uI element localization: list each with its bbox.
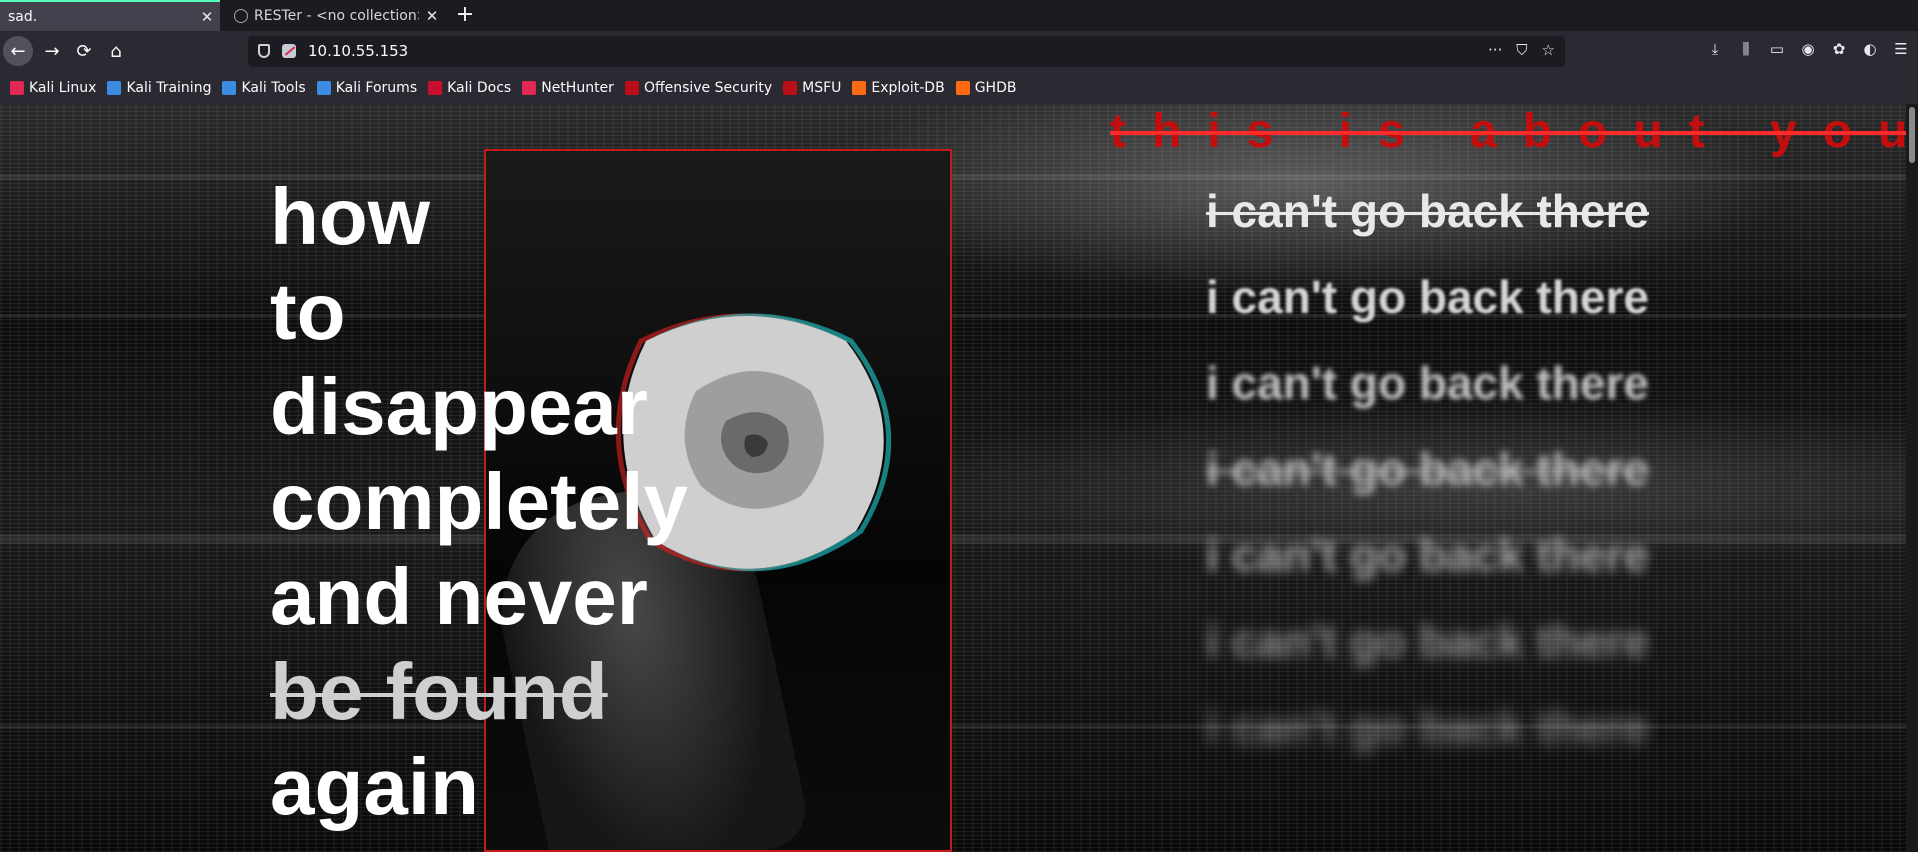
close-tab-icon[interactable]: ✕ <box>419 7 445 25</box>
bookmark-label: Kali Training <box>126 80 212 96</box>
bookmarks-toolbar: Kali Linux Kali Training Kali Tools Kali Fo… <box>0 72 1918 104</box>
close-tab-icon[interactable]: ✕ <box>194 8 220 26</box>
bookmark-favicon-icon <box>10 81 24 95</box>
bookmark-label: Kali Tools <box>241 80 306 96</box>
bookmark-label: Exploit-DB <box>871 80 945 96</box>
bookmark-msfu[interactable]: MSFU <box>783 80 841 96</box>
repeated-line: i can't go back there <box>1206 529 1649 581</box>
headline-line: and never <box>270 552 648 641</box>
download-icon[interactable]: ⤓ <box>1706 40 1724 58</box>
extension-icon-2[interactable]: ◐ <box>1861 40 1879 58</box>
repeated-line: i can't go back there <box>1206 443 1649 495</box>
bookmark-label: NetHunter <box>541 80 614 96</box>
headline-line: to <box>270 267 346 356</box>
repeated-line: i can't go back there <box>1206 357 1649 409</box>
bookmark-favicon-icon <box>852 81 867 95</box>
tab-bar: sad. ✕ RESTer - <no collection> ✕ + <box>0 0 1918 31</box>
tab-rester[interactable]: RESTer - <no collection> ✕ <box>224 0 445 31</box>
url-bar[interactable]: 10.10.55.153 ··· ⛉ ☆ <box>248 36 1565 67</box>
headline-line: how <box>270 172 430 261</box>
bookmark-kali-tools[interactable]: Kali Tools <box>222 80 306 96</box>
headline: how to disappear completely and never be foun… <box>270 169 688 834</box>
headline-line: again <box>270 742 479 831</box>
tagline: this is about you <box>1110 105 1918 158</box>
bookmark-kali-docs[interactable]: Kali Docs <box>428 80 511 96</box>
sidebar-icon[interactable]: ▭ <box>1768 40 1786 58</box>
bookmark-offensive-security[interactable]: Offensive Security <box>624 80 773 96</box>
back-button[interactable]: ← <box>3 36 33 66</box>
bookmark-label: Kali Linux <box>29 80 97 96</box>
repeated-line: i can't go back there <box>1206 615 1649 667</box>
url-text[interactable]: 10.10.55.153 <box>308 42 408 60</box>
bookmark-favicon-icon <box>428 81 443 95</box>
repeated-line: i can't go back there <box>1206 701 1649 753</box>
bookmark-favicon-icon <box>783 81 798 95</box>
bookmark-favicon-icon <box>522 81 537 95</box>
repeated-line: i can't go back there <box>1206 271 1649 323</box>
account-icon[interactable]: ◉ <box>1799 40 1817 58</box>
navigation-bar: ← → ⟳ ⌂ 10.10.55.153 ··· ⛉ ☆ ⤓ ⫼ ▭ ◉ ✿ ◐… <box>0 31 1918 72</box>
scrollbar-thumb[interactable] <box>1909 107 1915 163</box>
insecure-connection-icon[interactable] <box>282 44 296 58</box>
bookmark-label: Kali Forums <box>335 80 418 96</box>
home-button[interactable]: ⌂ <box>101 36 131 66</box>
bookmark-label: MSFU <box>802 80 842 96</box>
bookmark-star-icon[interactable]: ☆ <box>1542 41 1555 59</box>
bookmark-label: GHDB <box>974 80 1017 96</box>
tab-label: RESTer - <no collection> <box>254 7 419 24</box>
bookmark-favicon-icon <box>107 81 122 95</box>
tracking-protection-icon[interactable] <box>258 44 270 58</box>
repeated-line: i can't go back there <box>1206 185 1649 237</box>
tab-sad[interactable]: sad. ✕ <box>0 0 220 31</box>
bookmark-favicon-icon <box>624 81 639 95</box>
menu-icon[interactable]: ☰ <box>1892 40 1910 58</box>
rester-favicon-icon <box>234 8 248 23</box>
library-icon[interactable]: ⫼ <box>1737 40 1755 58</box>
headline-line: be found <box>270 647 608 736</box>
headline-line: completely <box>270 457 688 546</box>
bookmark-kali-linux[interactable]: Kali Linux <box>10 80 96 96</box>
forward-button[interactable]: → <box>37 36 67 66</box>
page-scrollbar[interactable] <box>1906 104 1918 852</box>
headline-line: disappear <box>270 362 648 451</box>
bookmark-exploit-db[interactable]: Exploit-DB <box>852 80 945 96</box>
bookmark-favicon-icon <box>955 81 970 95</box>
bookmark-label: Kali Docs <box>447 80 512 96</box>
bookmark-kali-forums[interactable]: Kali Forums <box>316 80 418 96</box>
bookmark-label: Offensive Security <box>643 80 773 96</box>
bookmark-kali-training[interactable]: Kali Training <box>107 80 211 96</box>
reload-button[interactable]: ⟳ <box>69 36 99 66</box>
extension-icon[interactable]: ✿ <box>1830 40 1848 58</box>
new-tab-button[interactable]: + <box>452 2 478 28</box>
bookmark-favicon-icon <box>316 81 331 95</box>
bookmark-favicon-icon <box>222 81 237 95</box>
page-content: how to disappear completely and never be foun… <box>0 104 1918 852</box>
bookmark-nethunter[interactable]: NetHunter <box>522 80 614 96</box>
page-actions-icon[interactable]: ··· <box>1488 41 1502 59</box>
tab-label: sad. <box>8 8 38 25</box>
bookmark-ghdb[interactable]: GHDB <box>955 80 1017 96</box>
pocket-icon[interactable]: ⛉ <box>1516 41 1527 59</box>
